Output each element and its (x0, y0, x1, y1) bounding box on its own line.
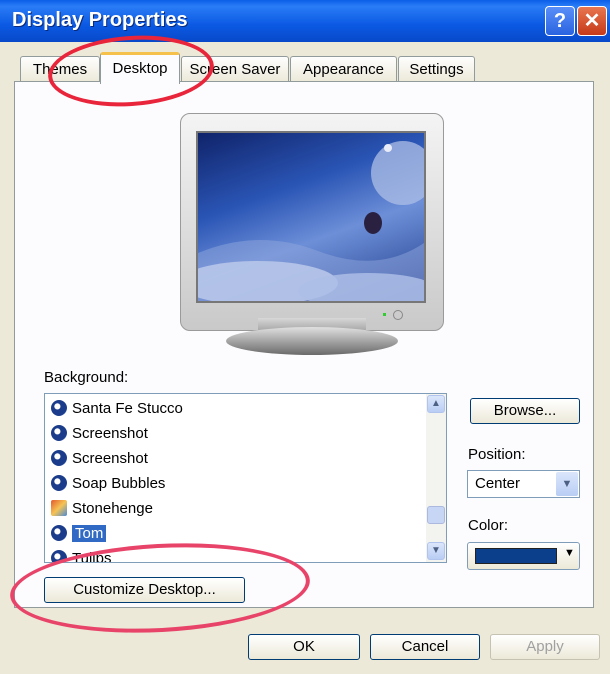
cancel-button[interactable]: Cancel (370, 634, 480, 660)
scroll-up-icon[interactable]: ▲ (427, 395, 445, 413)
color-picker-button[interactable]: ▼ (467, 542, 580, 570)
tab-appearance[interactable]: Appearance (290, 56, 397, 82)
title-bar[interactable]: Display Properties ? ✕ (0, 0, 610, 42)
tab-settings[interactable]: Settings (398, 56, 475, 82)
wallpaper-icon (51, 450, 67, 466)
power-led (383, 313, 386, 316)
display-properties-window: Display Properties ? ✕ Themes Desktop Sc… (0, 0, 610, 674)
wallpaper-icon (51, 400, 67, 416)
position-value: Center (475, 475, 521, 492)
ok-button[interactable]: OK (248, 634, 360, 660)
list-item[interactable]: Soap Bubbles (51, 472, 165, 496)
browse-button[interactable]: Browse... (470, 398, 580, 424)
monitor-stand (226, 327, 398, 355)
help-button[interactable]: ? (545, 6, 575, 36)
scroll-down-icon[interactable]: ▼ (427, 542, 445, 560)
list-item-selected[interactable]: Tom (51, 522, 107, 546)
list-item[interactable]: Santa Fe Stucco (51, 397, 183, 421)
image-file-icon (51, 500, 67, 516)
list-item[interactable]: Screenshot (51, 422, 148, 446)
position-select[interactable]: Center ▼ (467, 470, 580, 498)
chevron-down-icon[interactable]: ▼ (556, 472, 578, 496)
close-button[interactable]: ✕ (577, 6, 607, 36)
window-title: Display Properties (12, 9, 188, 31)
position-label: Position: (468, 446, 526, 463)
list-item[interactable]: Stonehenge (51, 497, 153, 521)
wallpaper-icon (51, 525, 67, 541)
color-swatch (475, 548, 557, 564)
apply-button[interactable]: Apply (490, 634, 600, 660)
color-label: Color: (468, 517, 509, 534)
power-button-icon (393, 310, 403, 320)
dropdown-arrow-icon: ▼ (564, 547, 575, 559)
scroll-thumb[interactable] (427, 506, 445, 524)
wallpaper-icon (51, 475, 67, 491)
monitor-preview (180, 113, 444, 333)
background-list[interactable]: Santa Fe Stucco Screenshot Screenshot So… (44, 393, 447, 563)
tab-desktop[interactable]: Desktop (100, 52, 180, 84)
wallpaper-icon (51, 425, 67, 441)
list-scrollbar[interactable]: ▲ ▼ (426, 394, 446, 562)
wallpaper-preview (196, 131, 426, 303)
list-item[interactable]: Screenshot (51, 447, 148, 471)
wallpaper-image (198, 141, 424, 301)
background-label: Background: (44, 369, 129, 386)
